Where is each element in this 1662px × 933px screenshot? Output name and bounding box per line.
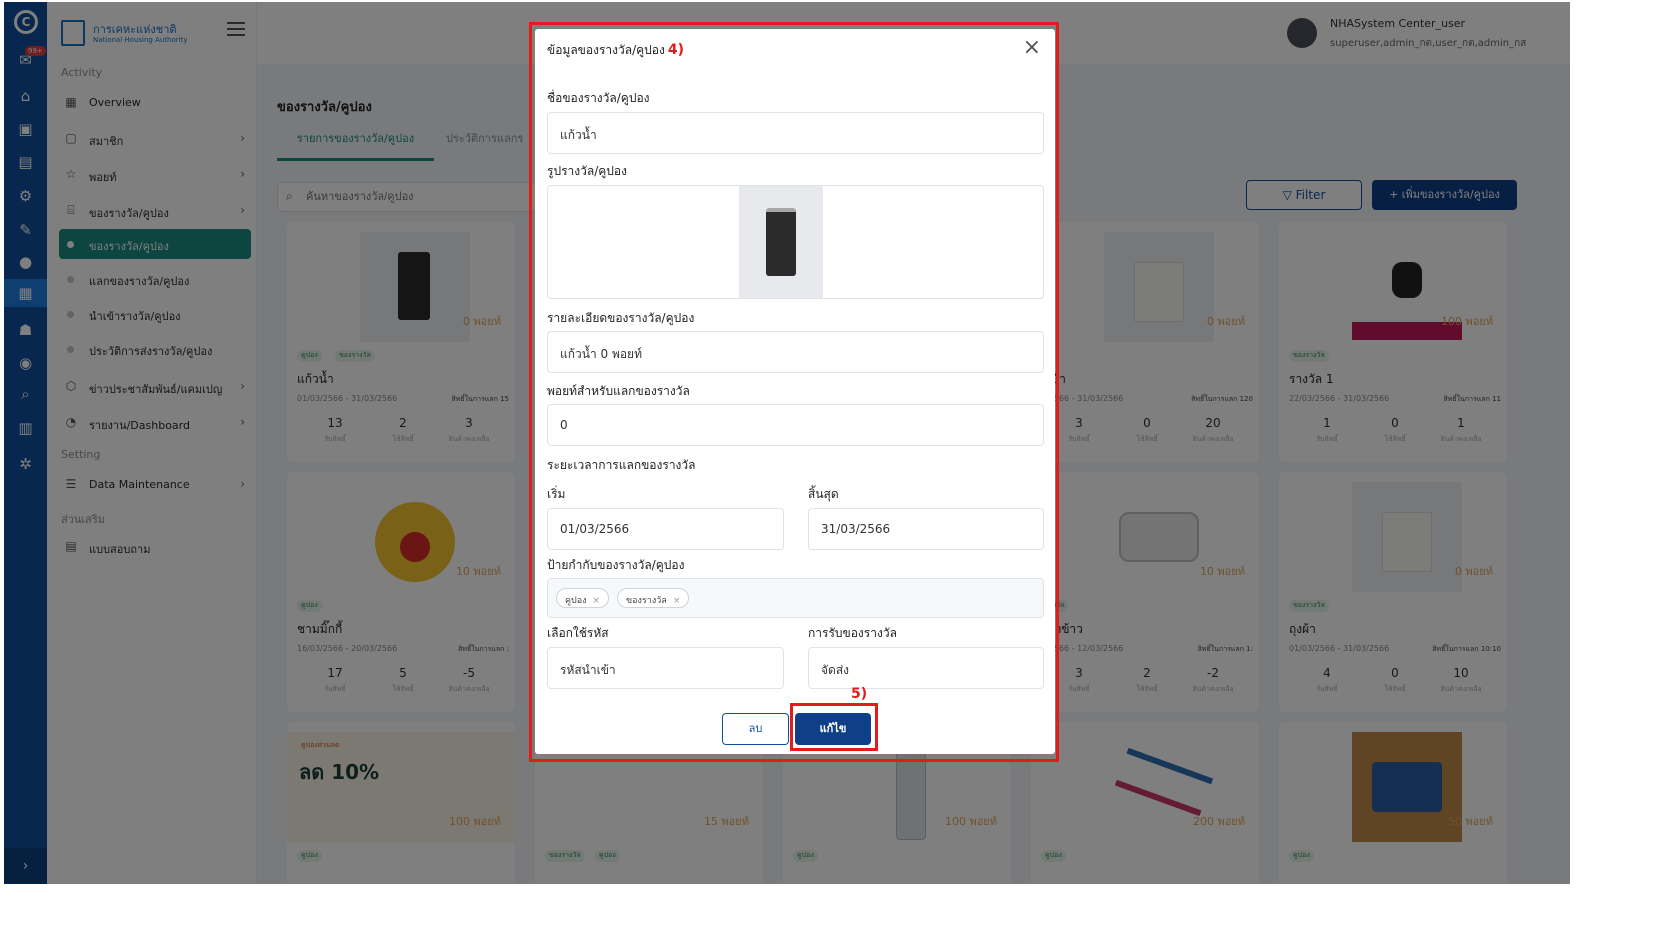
tags-label: ป้ายกำกับของรางวัล/คูปอง: [547, 558, 685, 572]
code-type-select[interactable]: รหัสนำเข้า: [547, 647, 784, 689]
reward-detail-label: รายละเอียดของรางวัล/คูปอง: [547, 311, 695, 325]
delete-button[interactable]: ลบ: [722, 713, 789, 745]
end-date-label: สิ้นสุด: [808, 487, 839, 501]
receive-method-select[interactable]: จัดส่ง: [808, 647, 1044, 689]
remove-tag-icon[interactable]: ×: [593, 596, 601, 606]
reward-picture-label: รูปรางวัล/คูปอง: [547, 164, 627, 178]
start-date-input[interactable]: 01/03/2566: [547, 508, 784, 550]
code-type-label: เลือกใช้รหัส: [547, 626, 609, 640]
modal-title: ข้อมูลของรางวัล/คูปอง 4): [547, 42, 684, 58]
close-icon[interactable]: ×: [1023, 35, 1041, 60]
tag-chip[interactable]: คูปอง ×: [556, 588, 610, 608]
reward-name-label: ชื่อของรางวัล/คูปอง: [547, 91, 650, 105]
start-date-label: เริ่ม: [547, 487, 566, 501]
reward-detail-modal: ข้อมูลของรางวัล/คูปอง 4) × ชื่อของรางวัล/…: [535, 29, 1055, 754]
reward-picture-box[interactable]: [547, 185, 1044, 299]
step-4-label: 4): [667, 42, 684, 58]
reward-name-input[interactable]: แก้วน้ำ: [547, 112, 1044, 154]
redeem-period-label: ระยะเวลาการแลกของรางวัล: [547, 458, 696, 472]
edit-button-highlight-box: [790, 703, 878, 751]
reward-points-label: พอยท์สำหรับแลกของรางวัล: [547, 384, 690, 398]
tag-chip[interactable]: ของรางวัล ×: [617, 588, 690, 608]
receive-method-label: การรับของรางวัล: [808, 626, 897, 640]
reward-points-input[interactable]: 0: [547, 404, 1044, 446]
end-date-input[interactable]: 31/03/2566: [808, 508, 1044, 550]
tags-input[interactable]: คูปอง × ของรางวัล ×: [547, 578, 1044, 618]
reward-detail-input[interactable]: แก้วน้ำ 0 พอยท์: [547, 331, 1044, 373]
app-root: C ✉ 99+ ⌂ ▣ ▤ ⚙ ✎ ● ▦ ☗ ◉ ⌕ ▥ ✲ › การเคห…: [4, 2, 1570, 884]
remove-tag-icon[interactable]: ×: [673, 596, 681, 606]
reward-picture: [739, 186, 823, 298]
step-5-label: 5): [851, 686, 868, 702]
